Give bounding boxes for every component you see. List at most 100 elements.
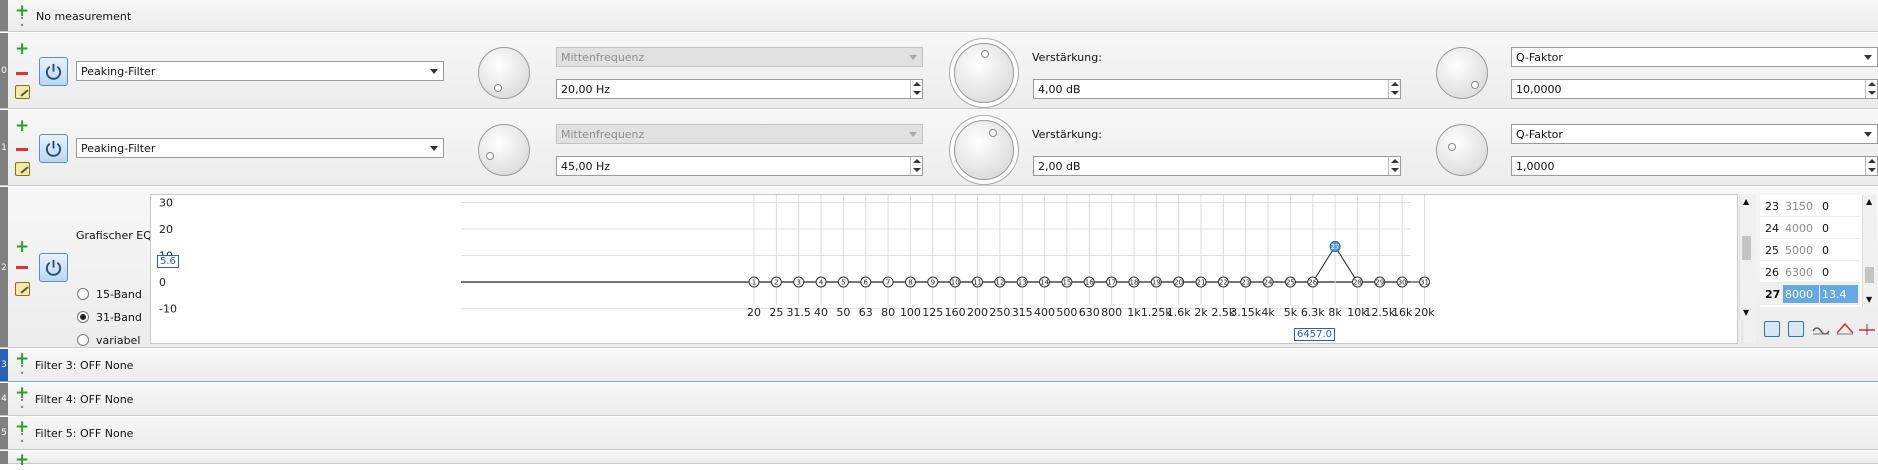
power-icon [45, 140, 62, 157]
expand-chevron-icon[interactable]: ˅ ˅ [17, 366, 27, 382]
eq-band-number: 6 [864, 279, 869, 287]
spin-buttons[interactable] [910, 80, 922, 98]
spin-buttons[interactable] [1865, 157, 1877, 175]
x-tick-label: 16k [1392, 306, 1413, 319]
x-tick-label: 4k [1261, 306, 1275, 319]
row-number: 5 [1, 428, 7, 438]
power-toggle-button[interactable] [39, 57, 68, 86]
filter-row-5[interactable]: 5 + ˅ ˅ Filter 5: OFF None [0, 417, 1878, 450]
spin-buttons[interactable] [1388, 80, 1400, 98]
gain-value: 4,00 dB [1038, 83, 1081, 96]
gain-spinbox[interactable]: 4,00 dB [1033, 79, 1401, 99]
load-icon[interactable] [1788, 321, 1804, 337]
reset-curve-icon[interactable] [1858, 321, 1876, 337]
q-label-select[interactable]: Q-Faktor [1511, 124, 1878, 144]
cursor-value-box: 5.6 [157, 255, 179, 268]
mode-radio-31[interactable] [77, 311, 89, 323]
scroll-down-arrow-icon[interactable]: ▼ [1866, 295, 1872, 304]
add-filter-icon[interactable]: + [15, 118, 29, 135]
scroll-thumb[interactable] [1742, 236, 1751, 260]
gain-knob[interactable] [954, 120, 1014, 180]
edit-icon[interactable] [15, 282, 30, 296]
filter-type-select[interactable]: Peaking-Filter [76, 61, 444, 81]
scroll-up-arrow-icon[interactable]: ▲ [1743, 197, 1749, 206]
q-label-select[interactable]: Q-Faktor [1511, 47, 1878, 67]
filter-type-select[interactable]: Peaking-Filter [76, 138, 444, 158]
table-row[interactable]: 23 3150 0 [1760, 195, 1860, 217]
expand-chevron-icon[interactable]: ˅ ˅ [17, 400, 27, 416]
spin-buttons[interactable] [1388, 157, 1400, 175]
filter-type-value: Peaking-Filter [81, 142, 156, 155]
add-filter-icon[interactable]: + [15, 41, 29, 58]
dropdown-arrow-icon [430, 146, 438, 151]
power-toggle-button[interactable] [39, 253, 68, 282]
cursor-freq-box: 6457.0 [1294, 328, 1335, 341]
power-toggle-button[interactable] [39, 134, 68, 163]
band-freq: 3150 [1785, 200, 1813, 213]
table-row-selected[interactable]: 27 8000 13.4 [1760, 283, 1860, 305]
row-tab [0, 0, 8, 31]
spin-buttons[interactable] [910, 157, 922, 175]
band-table[interactable]: 23 3150 0 24 4000 0 25 5000 0 26 6300 0 27 8000 13… [1760, 195, 1862, 307]
add-filter-icon[interactable]: + [15, 351, 29, 368]
eq-band-number: 17 [1107, 279, 1116, 287]
add-filter-icon[interactable]: + [15, 239, 29, 256]
scroll-thumb[interactable] [1865, 267, 1874, 283]
add-filter-icon[interactable]: + [15, 385, 29, 402]
eq-band-number: 23 [1241, 279, 1250, 287]
scroll-down-arrow-icon[interactable]: ▼ [1743, 308, 1749, 317]
band-number: 27 [1765, 288, 1781, 301]
q-label: Q-Faktor [1516, 128, 1563, 141]
table-row[interactable]: 24 4000 0 [1760, 217, 1860, 239]
gain-label: Verstärkung: [1032, 51, 1102, 64]
add-filter-icon[interactable]: + [15, 419, 29, 436]
frequency-label: Mittenfrequenz [561, 51, 645, 64]
table-row[interactable]: 25 5000 0 [1760, 239, 1860, 261]
frequency-knob[interactable] [478, 124, 530, 176]
remove-filter-icon[interactable] [16, 148, 28, 151]
y-tick-label: -10 [159, 303, 177, 316]
x-tick-label: 630 [1079, 306, 1100, 319]
edit-icon[interactable] [15, 85, 30, 99]
q-spinbox[interactable]: 1,0000 [1511, 156, 1878, 176]
spin-buttons[interactable] [1865, 80, 1877, 98]
chart-vertical-scrollbar[interactable]: ▲ ▼ [1739, 194, 1753, 320]
q-spinbox[interactable]: 10,0000 [1511, 79, 1878, 99]
remove-filter-icon[interactable] [16, 72, 28, 75]
add-icon[interactable]: + [15, 3, 29, 20]
eq-band-number: 26 [1308, 279, 1317, 287]
row-number: 3 [1, 360, 7, 370]
save-icon[interactable] [1764, 321, 1780, 337]
knob-indicator [1471, 81, 1479, 89]
table-row[interactable]: 26 6300 0 [1760, 261, 1860, 283]
table-scrollbar[interactable]: ▲ ▼ [1862, 195, 1876, 307]
flat-curve-icon[interactable] [1812, 321, 1830, 337]
frequency-spinbox[interactable]: 20,00 Hz [556, 79, 923, 99]
scroll-up-arrow-icon[interactable]: ▲ [1866, 197, 1872, 206]
expand-chevron-icon[interactable]: ˅ ˅ [17, 18, 27, 34]
eq-band-number: 12 [995, 279, 1004, 287]
q-knob[interactable] [1436, 47, 1488, 99]
q-knob[interactable] [1436, 124, 1488, 176]
gain-spinbox[interactable]: 2,00 dB [1033, 156, 1401, 176]
eq-chart-panel[interactable]: 3020100-10202531.54050638010012516020025… [150, 194, 1756, 344]
remove-filter-icon[interactable] [16, 266, 28, 269]
filter-row-4[interactable]: 4 + ˅ ˅ Filter 4: OFF None [0, 383, 1878, 416]
mode-radio-variable[interactable] [77, 334, 89, 346]
dropdown-arrow-icon [1864, 55, 1872, 60]
eq-chart[interactable]: 3020100-10202531.54050638010012516020025… [151, 195, 1737, 343]
band-number: 23 [1765, 200, 1779, 213]
expand-chevron-icon[interactable]: ˅ ˅ [17, 434, 27, 450]
smooth-curve-icon[interactable] [1836, 321, 1854, 337]
add-filter-icon[interactable]: + [15, 452, 29, 469]
frequency-knob[interactable] [478, 47, 530, 99]
band-gain: 0 [1822, 222, 1829, 235]
edit-icon[interactable] [15, 162, 30, 176]
filter-row-3[interactable]: 3 + ˅ ˅ Filter 3: OFF None [0, 349, 1878, 382]
band-freq: 8000 [1783, 285, 1819, 303]
gain-knob[interactable] [954, 43, 1014, 103]
frequency-spinbox[interactable]: 45,00 Hz [556, 156, 923, 176]
mode-radio-15[interactable] [77, 288, 89, 300]
measurement-row: + ˅ ˅ No measurement [0, 0, 1878, 34]
knob-indicator [981, 50, 989, 58]
